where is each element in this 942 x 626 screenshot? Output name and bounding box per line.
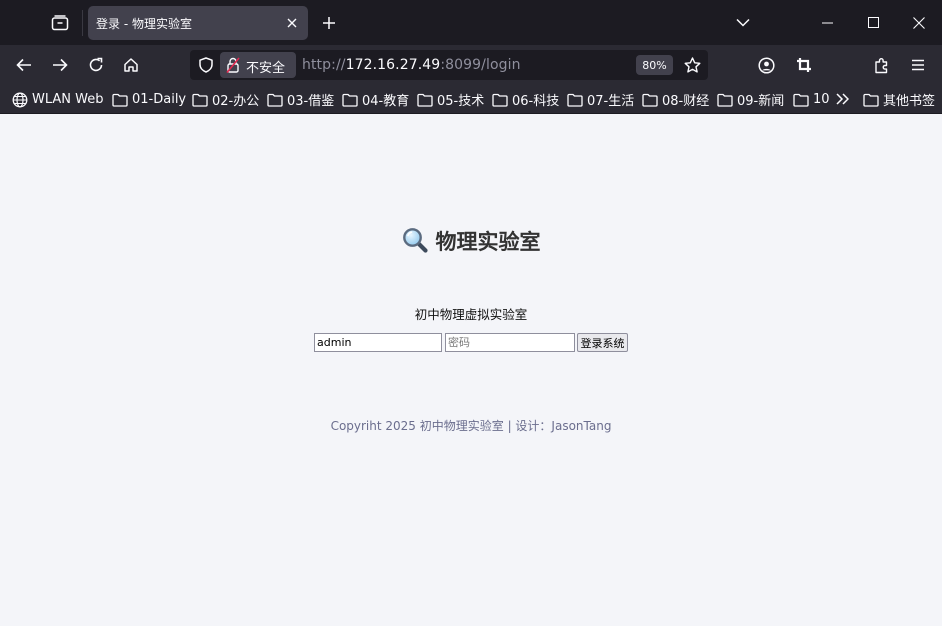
bookmark-label: 其他书签: [883, 94, 936, 109]
page-content: 物理实验室 初中物理虚拟实验室 登录系统 Copyriht 2025 初中物理实…: [0, 114, 942, 626]
title-bar: 登录 - 物理实验室: [0, 0, 942, 45]
folder-icon: [642, 93, 658, 107]
bookmark-label: 03-借鉴: [287, 94, 335, 109]
navigation-toolbar: 不安全 http://172.16.27.49:8099/login 80%: [0, 45, 942, 85]
bookmark-label: 08-财经: [662, 94, 710, 109]
tab-list-icon: [51, 15, 69, 31]
bookmarks-toolbar: WLAN Web 01-Daily 02-办公 03-借鉴 04-教育 05-技…: [0, 85, 942, 114]
folder-icon: [793, 93, 809, 107]
folder-icon: [342, 93, 358, 107]
site-security-button[interactable]: 不安全: [220, 52, 296, 78]
bookmark-item[interactable]: WLAN Web: [12, 85, 104, 114]
extensions-button[interactable]: [867, 50, 897, 80]
bookmark-folder[interactable]: 05-技术: [417, 85, 484, 114]
folder-icon: [567, 93, 583, 107]
screenshot-crop-button[interactable]: [789, 50, 819, 80]
tab-title: 登录 - 物理实验室: [96, 17, 192, 31]
folder-icon: [192, 93, 208, 107]
bookmark-folder[interactable]: 06-科技: [492, 85, 559, 114]
page-footer: Copyriht 2025 初中物理实验室 | 设计：JasonTang: [330, 419, 612, 433]
magnifier-icon: [402, 228, 428, 253]
bookmark-label: 05-技术: [437, 94, 485, 109]
chevron-down-icon: [736, 18, 750, 27]
back-button[interactable]: [9, 50, 39, 80]
url-bar[interactable]: 不安全 http://172.16.27.49:8099/login 80%: [190, 50, 708, 80]
forward-button[interactable]: [45, 50, 75, 80]
reload-button[interactable]: [81, 50, 111, 80]
maximize-button[interactable]: [850, 0, 896, 45]
close-icon: [287, 18, 297, 28]
insecure-lock-icon: [226, 57, 240, 73]
folder-icon: [863, 93, 879, 107]
bookmark-label: 01-Daily: [132, 92, 187, 107]
plus-icon: [323, 17, 335, 29]
url-scheme: http://: [302, 57, 346, 73]
bookmark-label: 10: [813, 92, 830, 107]
url-text[interactable]: http://172.16.27.49:8099/login: [302, 57, 521, 73]
active-tab[interactable]: 登录 - 物理实验室: [88, 6, 308, 40]
zoom-level-button[interactable]: 80%: [636, 55, 673, 75]
shield-icon: [199, 57, 213, 73]
back-icon: [16, 58, 31, 72]
folder-icon: [492, 93, 508, 107]
password-input[interactable]: [445, 333, 575, 352]
tab-close-button[interactable]: [282, 13, 302, 33]
reload-icon: [89, 57, 103, 72]
page-subtitle: 初中物理虚拟实验室: [414, 307, 528, 322]
maximize-icon: [867, 17, 879, 28]
folder-icon: [717, 93, 733, 107]
more-bookmarks-button[interactable]: [834, 91, 850, 107]
home-button[interactable]: [116, 50, 146, 80]
page-title: 物理实验室: [0, 226, 942, 256]
username-input[interactable]: [314, 333, 442, 352]
forward-icon: [53, 58, 68, 72]
tabbar-separator: [82, 10, 83, 36]
star-icon: [684, 57, 700, 73]
bookmark-star-button[interactable]: [680, 53, 704, 77]
url-host: 172.16.27.49: [345, 57, 441, 73]
bookmark-folder[interactable]: 02-办公: [192, 85, 259, 114]
chevrons-right-icon: [835, 93, 849, 105]
bookmark-label: 09-新闻: [737, 94, 785, 109]
close-window-button[interactable]: [896, 0, 942, 45]
brand-title: 物理实验室: [435, 230, 541, 254]
bookmark-label: WLAN Web: [32, 92, 104, 107]
bookmark-folder[interactable]: 04-教育: [342, 85, 409, 114]
bookmark-folder[interactable]: 10: [793, 85, 830, 114]
bookmark-folder[interactable]: 01-Daily: [112, 85, 186, 114]
security-label: 不安全: [246, 61, 286, 76]
extensions-icon: [875, 57, 888, 73]
close-icon: [913, 16, 925, 29]
crop-icon: [797, 58, 811, 72]
account-button[interactable]: [751, 50, 781, 80]
app-menu-button[interactable]: [903, 50, 933, 80]
account-icon: [757, 56, 775, 74]
minimize-button[interactable]: [804, 0, 850, 45]
new-tab-button[interactable]: [316, 10, 342, 36]
folder-icon: [417, 93, 433, 107]
bookmark-folder[interactable]: 08-财经: [642, 85, 709, 114]
login-button[interactable]: 登录系统: [577, 333, 628, 352]
globe-icon: [12, 92, 28, 107]
other-bookmarks-folder[interactable]: 其他书签: [863, 85, 935, 114]
bookmark-label: 06-科技: [512, 94, 560, 109]
tracking-protection-button[interactable]: [194, 53, 218, 77]
bookmark-folder[interactable]: 09-新闻: [717, 85, 784, 114]
folder-icon: [267, 93, 283, 107]
menu-icon: [912, 59, 924, 71]
folder-icon: [112, 93, 128, 107]
tab-list-button[interactable]: [44, 8, 76, 38]
bookmark-label: 07-生活: [587, 94, 635, 109]
home-icon: [124, 58, 138, 72]
bookmark-label: 02-办公: [212, 94, 260, 109]
tab-overflow-button[interactable]: [720, 0, 766, 45]
bookmark-folder[interactable]: 07-生活: [567, 85, 634, 114]
minimize-icon: [821, 22, 833, 23]
url-rest: :8099/login: [440, 57, 521, 73]
bookmark-folder[interactable]: 03-借鉴: [267, 85, 334, 114]
bookmark-label: 04-教育: [362, 94, 410, 109]
